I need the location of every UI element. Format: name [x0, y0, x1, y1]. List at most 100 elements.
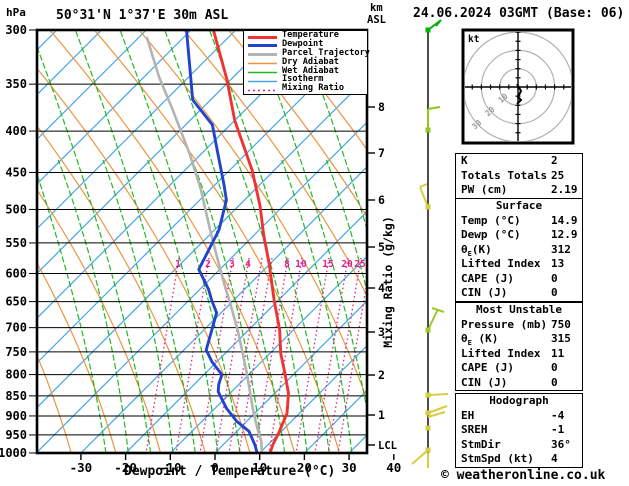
svg-text:1000: 1000 [0, 446, 27, 460]
svg-text:8: 8 [284, 259, 290, 270]
pressure-axis-unit: hPa [6, 6, 26, 19]
svg-text:650: 650 [5, 295, 27, 309]
km-axis: 87654321LCLMixing Ratio (g/kg) [368, 100, 397, 452]
svg-text:300: 300 [5, 23, 27, 37]
info-row: Lifted Index 13 [456, 257, 582, 272]
svg-text:550: 550 [5, 236, 27, 250]
info-row-label: SREH [461, 423, 488, 436]
info-row-value: 25 [551, 168, 565, 182]
pressure-axis-labels: 300 350 400 450 500 550 600 650 700 750 800 850 900 9… [0, 23, 36, 460]
svg-text:1: 1 [175, 259, 181, 270]
temp-axis-label: Dewpoint / Temperature (°C) [124, 464, 336, 479]
svg-text:400: 400 [5, 124, 27, 138]
info-row-value: 2 [551, 154, 558, 167]
info-row-label: PW (cm) [461, 183, 508, 196]
legend-swatch [248, 44, 277, 48]
legend: Temperature Dewpoint Parcel Trajectory Dry … [243, 30, 370, 95]
svg-text:3: 3 [229, 259, 235, 270]
info-row: CIN (J) 0 [456, 286, 582, 301]
info-row-value: 14.9 [551, 213, 578, 227]
info-row-value: 12.9 [551, 228, 578, 241]
svg-text:800: 800 [5, 368, 27, 382]
info-row-label: Dewp (°C) [461, 228, 521, 241]
info-row: K2 [456, 154, 582, 169]
info-row: Totals Totals 25 [456, 169, 582, 184]
info-box-title: Surface [495, 199, 543, 212]
wind-barb-staff [411, 19, 449, 468]
svg-text:1: 1 [378, 408, 385, 422]
legend-swatch [248, 35, 277, 39]
wind-barb [425, 405, 448, 418]
legend-item: Mixing Ratio [244, 83, 367, 94]
svg-text:7: 7 [378, 146, 385, 160]
info-box: K 2 Totals Totals 25 PW (cm) 2.19 [455, 153, 583, 199]
info-row: StmSpd (kt) 4 [456, 452, 582, 467]
info-box-hodograph: Hodograph EH -4 SREH -1 StmDir 36° StmSpd (kt) 4 [455, 393, 583, 468]
info-row-value: 0 [551, 361, 558, 374]
info-row: Dewp (°C) 12.9 [456, 228, 582, 243]
wind-barb [425, 106, 441, 133]
svg-text:450: 450 [5, 165, 27, 179]
info-box-title: Most Unstable [475, 303, 563, 316]
legend-swatch [248, 62, 277, 65]
svg-text:850: 850 [5, 389, 27, 403]
svg-text:700: 700 [5, 321, 27, 335]
info-row-value: 11 [551, 346, 565, 360]
svg-text:900: 900 [5, 409, 27, 423]
svg-text:500: 500 [5, 202, 27, 216]
svg-text:30: 30 [342, 460, 357, 475]
station-title: 50°31'N 1°37'E 30m ASL [56, 8, 229, 23]
info-row: θE(K) 312 [456, 243, 582, 258]
info-box-surface: Surface Temp (°C) 14.9 Dewp (°C) 12.9 θE(K) 31… [455, 198, 583, 302]
info-row: SREH -1 [456, 423, 582, 438]
svg-text:2: 2 [378, 368, 385, 382]
svg-text:8: 8 [378, 100, 385, 114]
info-row-label: StmDir [461, 437, 501, 451]
km-axis-unit: km [370, 2, 383, 14]
legend-swatch [248, 80, 277, 83]
info-row-value: 315 [551, 332, 571, 345]
svg-text:20: 20 [341, 259, 353, 270]
info-row-label: CAPE (J) [461, 361, 514, 374]
info-row-label: Lifted Index [461, 346, 541, 360]
asl-axis-unit: ASL [367, 14, 386, 26]
info-row: θE (K) 315 [456, 332, 582, 347]
info-row: CAPE (J) 0 [456, 272, 582, 287]
info-row-value: 2.19 [551, 183, 578, 196]
info-row-label: Temp (°C) [461, 213, 521, 227]
info-box-most-unstable: Most Unstable Pressure (mb) 750 θE (K) 315 Li… [455, 302, 583, 391]
info-row-label: θE(K) [461, 242, 492, 258]
wind-barb [425, 425, 431, 431]
skewt-sounding-page: 300 350 400 450 500 550 600 650 700 750 800 850 900 9… [0, 0, 629, 486]
svg-text:15: 15 [322, 259, 334, 270]
valid-datetime: 24.06.2024 03GMT (Base: 06) [413, 6, 625, 21]
svg-text:750: 750 [5, 345, 27, 359]
wind-barb [419, 183, 431, 210]
hodograph-unit: kt [468, 34, 479, 45]
svg-text:-30: -30 [70, 460, 93, 475]
info-row-label: Totals Totals [461, 168, 548, 182]
info-row-label: EH [461, 408, 475, 422]
svg-text:40: 40 [386, 460, 401, 475]
svg-text:2: 2 [205, 259, 211, 270]
legend-label: Mixing Ratio [282, 83, 345, 94]
lcl-label: LCL [378, 440, 397, 452]
svg-text:350: 350 [5, 77, 27, 91]
svg-text:4: 4 [245, 259, 251, 270]
info-row-value: -1 [551, 423, 565, 436]
info-row-value: 4 [551, 452, 558, 465]
info-row: CIN (J) 0 [456, 376, 582, 391]
info-row-label: θE (K) [461, 332, 499, 348]
info-row: StmDir 36° [456, 438, 582, 453]
svg-text:10: 10 [295, 259, 307, 270]
info-row-value: 750 [551, 317, 571, 331]
legend-swatch [248, 89, 277, 92]
info-row-label: CIN (J) [461, 286, 508, 299]
info-row-value: 36° [551, 437, 571, 451]
wind-barb [425, 19, 442, 33]
info-row: PW (cm) 2.19 [456, 183, 582, 198]
info-row-value: 0 [551, 271, 558, 285]
info-row: EH -4 [456, 409, 582, 424]
info-row-value: 0 [551, 286, 558, 299]
svg-text:950: 950 [5, 428, 27, 442]
